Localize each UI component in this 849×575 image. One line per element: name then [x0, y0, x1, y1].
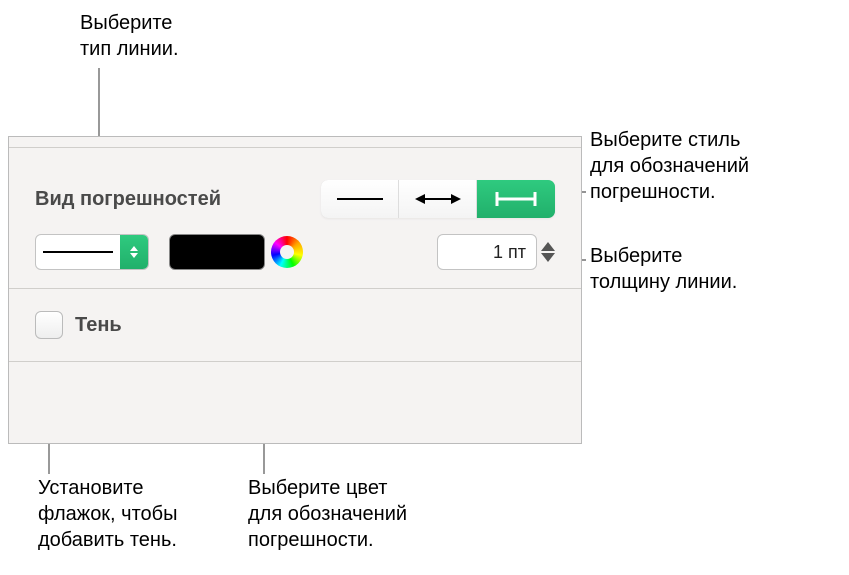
callout-thickness: Выберитетолщину линии. [590, 243, 737, 295]
thickness-value: 1 пт [493, 242, 526, 263]
callout-line-type: Выберитетип линии. [80, 10, 179, 62]
segment-plain[interactable] [321, 180, 399, 218]
color-swatch[interactable] [169, 234, 265, 270]
error-bar-icon [491, 189, 541, 209]
chevron-up-icon [130, 246, 138, 251]
plain-line-icon [335, 194, 385, 204]
callout-color: Выберите цветдля обозначенийпогрешности. [248, 475, 407, 553]
thickness-step-up[interactable] [541, 242, 555, 251]
callout-shadow: Установитефлажок, чтобыдобавить тень. [38, 475, 177, 553]
chevron-down-icon [130, 253, 138, 258]
solid-line-icon [43, 249, 113, 255]
line-type-popup[interactable] [35, 234, 149, 270]
shadow-checkbox[interactable] [35, 311, 63, 339]
shadow-label: Тень [75, 314, 122, 337]
color-wheel-button[interactable] [271, 236, 303, 268]
line-type-chevrons[interactable] [120, 235, 148, 269]
thickness-input[interactable]: 1 пт [437, 234, 537, 270]
caps-line-icon [413, 191, 463, 207]
panel-title: Вид погрешностей [35, 188, 221, 211]
thickness-step-down[interactable] [541, 253, 555, 262]
segment-error-bar[interactable] [477, 180, 555, 218]
segment-caps[interactable] [399, 180, 477, 218]
error-bar-style-panel: Вид погрешностей [8, 136, 582, 444]
end-style-segmented[interactable] [321, 180, 555, 218]
callout-style: Выберите стильдля обозначенийпогрешности… [590, 127, 749, 205]
line-type-preview [36, 249, 120, 255]
